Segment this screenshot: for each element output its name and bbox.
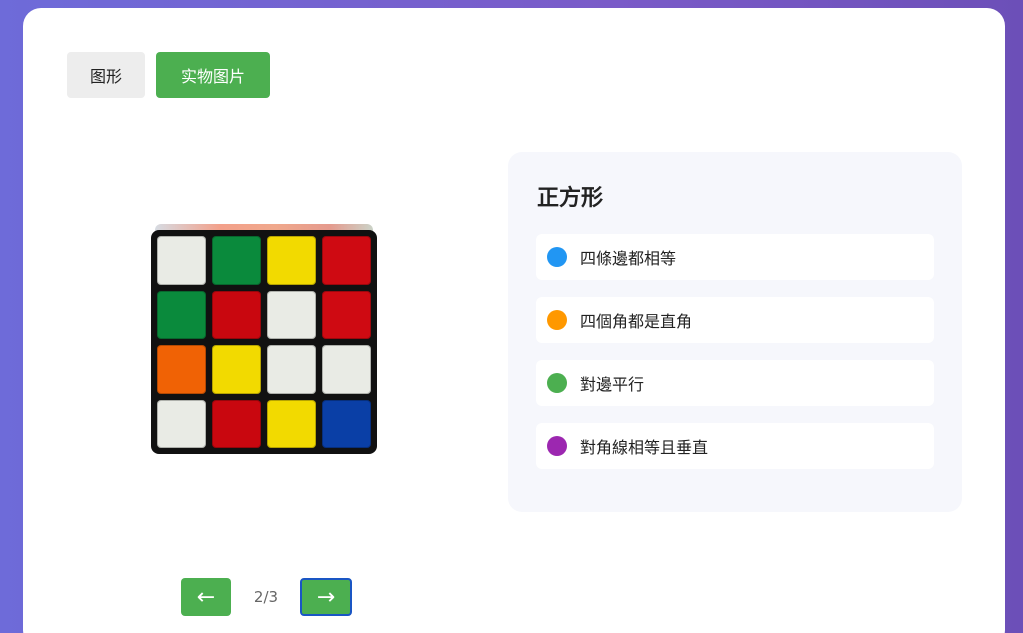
cube-sticker <box>157 236 206 285</box>
cube-sticker <box>267 290 316 339</box>
shape-name: 正方形 <box>537 186 604 211</box>
cube-sticker <box>322 345 371 394</box>
cube-sticker <box>157 290 206 339</box>
cube-sticker <box>267 345 316 394</box>
cube-face <box>151 230 377 454</box>
property-dot <box>547 373 567 393</box>
property-item: 對角線相等且垂直 <box>536 423 934 469</box>
property-dot <box>547 247 567 267</box>
property-item: 四條邊都相等 <box>536 234 934 280</box>
property-text: 對邊平行 <box>580 375 645 394</box>
cube-sticker <box>267 399 316 448</box>
cube-sticker <box>212 399 261 448</box>
property-dot <box>547 310 567 330</box>
cube-sticker <box>212 345 261 394</box>
shape-info-panel: 正方形 四條邊都相等 四個角都是直角 對邊平行 對角線相等且垂直 <box>508 152 962 512</box>
tab-shape[interactable]: 图形 <box>67 52 145 98</box>
next-button[interactable]: → <box>300 578 352 616</box>
property-text: 四條邊都相等 <box>580 249 677 268</box>
cube-sticker <box>267 236 316 285</box>
property-dot <box>547 436 567 456</box>
cube-sticker <box>322 399 371 448</box>
property-item: 對邊平行 <box>536 360 934 406</box>
property-text: 四個角都是直角 <box>580 312 693 331</box>
page-counter: 2/3 <box>253 588 279 606</box>
tab-photo[interactable]: 实物图片 <box>156 52 270 98</box>
property-item: 四個角都是直角 <box>536 297 934 343</box>
cube-sticker <box>212 290 261 339</box>
cube-sticker <box>157 345 206 394</box>
prev-button[interactable]: ← <box>181 578 231 616</box>
cube-sticker <box>157 399 206 448</box>
rubiks-cube-image <box>151 224 377 454</box>
cube-sticker <box>322 290 371 339</box>
cube-sticker <box>322 236 371 285</box>
main-card: 图形 实物图片 正方形 四條邊都相等 四個角都是直角 對邊平行 對角線相等且垂直… <box>23 8 1005 633</box>
cube-sticker <box>212 236 261 285</box>
property-text: 對角線相等且垂直 <box>580 438 709 457</box>
